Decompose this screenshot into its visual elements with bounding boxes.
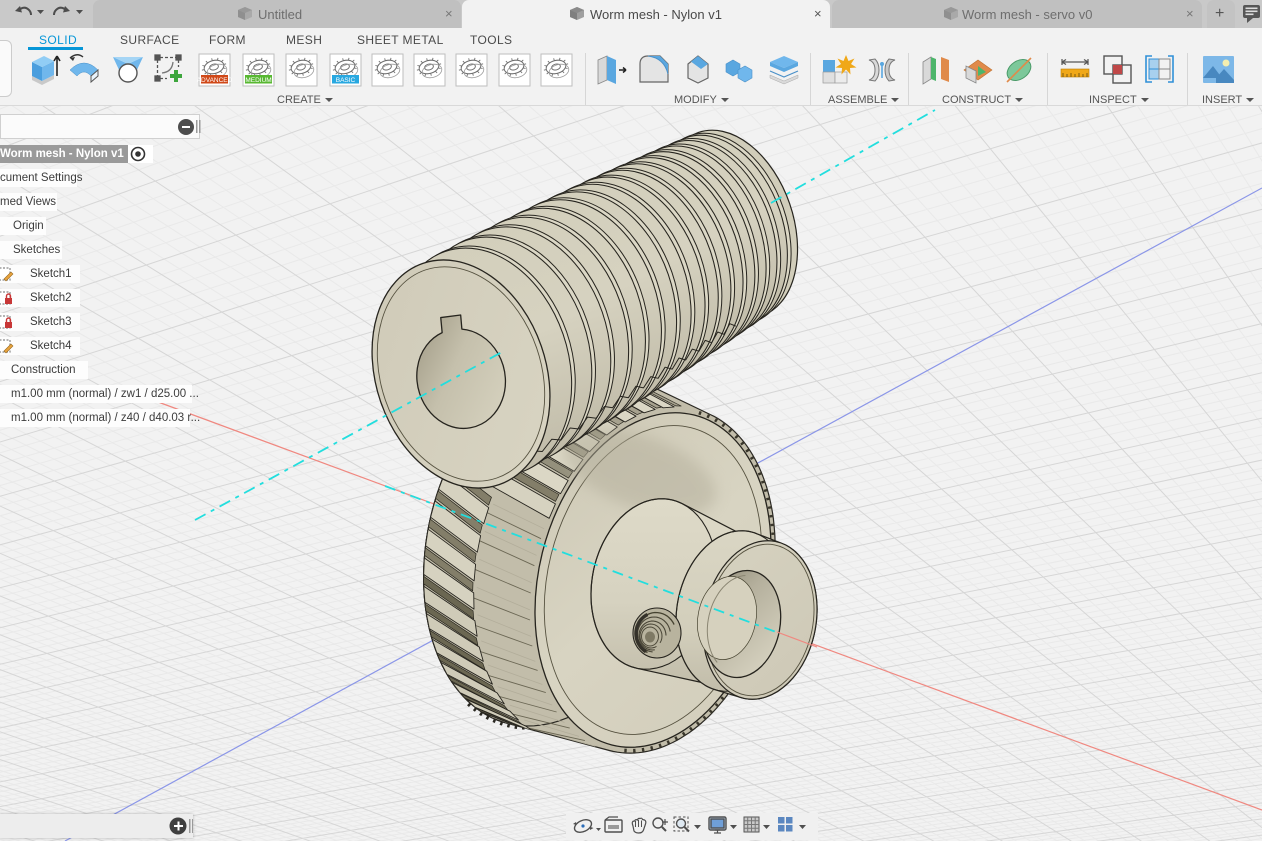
svg-text:ADVANCED: ADVANCED — [197, 77, 233, 84]
svg-text:BASIC: BASIC — [336, 77, 356, 84]
svg-text:MEDIUM: MEDIUM — [245, 77, 271, 84]
